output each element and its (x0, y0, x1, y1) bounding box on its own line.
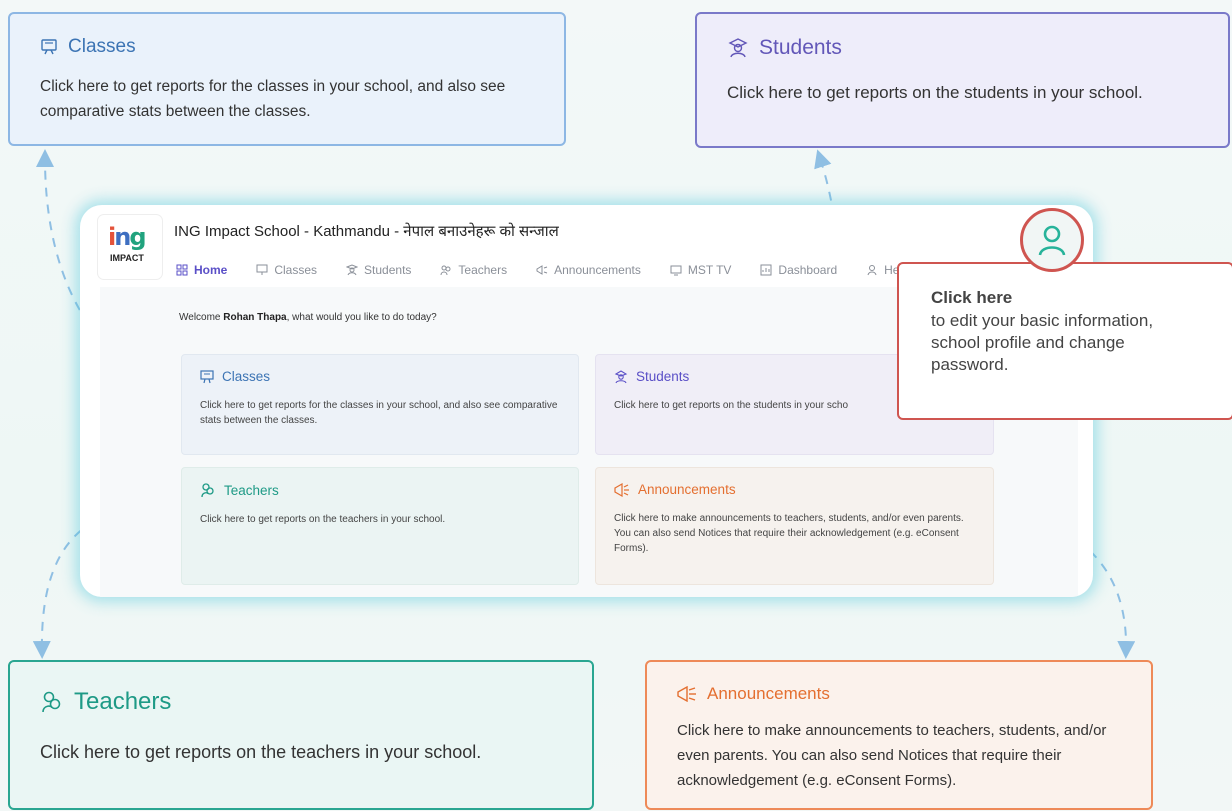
nav-item-dashboard[interactable]: Dashboard (760, 263, 837, 277)
teachers-callout-body: Click here to get reports on the teacher… (40, 742, 482, 762)
main-nav: Home Classes Students Teachers Announcem… (176, 263, 899, 277)
classes-callout-title-text: Classes (68, 36, 136, 57)
nav-label: Announcements (554, 263, 641, 277)
nav-label: Dashboard (778, 263, 838, 277)
card-title-text: Teachers (224, 482, 279, 498)
announcements-callout-title-text: Announcements (707, 684, 830, 703)
nav-item-students[interactable]: Students (346, 263, 411, 277)
announcements-card[interactable]: Announcements Click here to make announc… (595, 467, 994, 585)
nav-label: Teachers (458, 263, 508, 277)
student-graduate-icon (727, 37, 749, 59)
classes-callout[interactable]: Classes Click here to get reports for th… (8, 12, 566, 146)
dashboard-icon (760, 264, 772, 276)
nav-item-teachers[interactable]: Teachers (440, 263, 507, 277)
classes-card[interactable]: Classes Click here to get reports for th… (181, 354, 579, 455)
students-callout-title: Students (727, 36, 1198, 60)
students-callout-title-text: Students (759, 36, 842, 59)
profile-avatar-button[interactable] (1020, 208, 1084, 272)
card-title-text: Announcements (638, 482, 736, 497)
profile-callout-title: Click here (931, 288, 1013, 307)
user-name: Rohan Thapa (223, 312, 287, 323)
teachers-group-icon (200, 482, 216, 498)
presentation-board-icon (40, 38, 58, 56)
logo-subtext: IMPACT (110, 253, 144, 263)
logo-wordmark: ing (108, 223, 147, 251)
nav-label: MST TV (687, 263, 732, 277)
classes-callout-body: Click here to get reports for the classe… (40, 78, 506, 120)
students-callout-body: Click here to get reports on the student… (727, 83, 1143, 102)
announcements-callout[interactable]: Announcements Click here to make announc… (645, 660, 1153, 810)
megaphone-icon (614, 482, 630, 497)
teachers-callout[interactable]: Teachers Click here to get reports on th… (8, 660, 594, 810)
classes-callout-title: Classes (40, 36, 534, 58)
teachers-card[interactable]: Teachers Click here to get reports on th… (181, 467, 579, 585)
school-name: ING Impact School - Kathmandu - नेपाल बन… (174, 223, 559, 240)
nav-item-classes[interactable]: Classes (256, 263, 317, 277)
user-profile-icon (1036, 223, 1068, 257)
nav-item-mst-tv[interactable]: MST TV (670, 263, 732, 277)
teachers-card-title: Teachers (200, 482, 560, 498)
ing-impact-logo: ing IMPACT (98, 215, 162, 279)
profile-callout-body: to edit your basic information, school p… (931, 311, 1154, 374)
nav-label: Classes (274, 263, 318, 277)
classes-card-body: Click here to get reports for the classe… (200, 400, 558, 426)
announcements-card-title: Announcements (614, 482, 975, 497)
card-title-text: Students (636, 369, 690, 384)
welcome-prefix: Welcome (179, 312, 224, 323)
card-title-text: Classes (222, 369, 271, 384)
announcements-callout-body: Click here to make announcements to teac… (677, 722, 1107, 789)
teachers-group-icon (440, 264, 452, 276)
grid-icon (176, 264, 188, 276)
teachers-group-icon (40, 690, 64, 714)
nav-item-announcements[interactable]: Announcements (536, 263, 641, 277)
teachers-callout-title-text: Teachers (74, 688, 172, 715)
megaphone-icon (677, 686, 697, 702)
classes-card-title: Classes (200, 369, 560, 384)
profile-callout[interactable]: Click here to edit your basic informatio… (897, 262, 1232, 420)
teachers-card-body: Click here to get reports on the teacher… (200, 514, 446, 525)
nav-item-home[interactable]: Home (176, 263, 227, 277)
presentation-board-icon (256, 264, 268, 276)
announcements-callout-title: Announcements (677, 684, 1121, 704)
welcome-suffix: , what would you like to do today? (286, 312, 437, 323)
welcome-message: Welcome Rohan Thapa, what would you like… (179, 312, 437, 323)
tv-icon (670, 264, 682, 276)
nav-label: Home (194, 263, 228, 277)
students-callout[interactable]: Students Click here to get reports on th… (695, 12, 1230, 148)
nav-item-help[interactable]: He (866, 263, 899, 277)
presentation-board-icon (200, 369, 214, 384)
help-icon (866, 264, 878, 276)
nav-label: Students (364, 263, 412, 277)
student-graduate-icon (614, 369, 628, 384)
student-graduate-icon (346, 264, 359, 276)
announcements-card-body: Click here to make announcements to teac… (614, 513, 964, 554)
megaphone-icon (536, 264, 548, 276)
teachers-callout-title: Teachers (40, 688, 562, 716)
